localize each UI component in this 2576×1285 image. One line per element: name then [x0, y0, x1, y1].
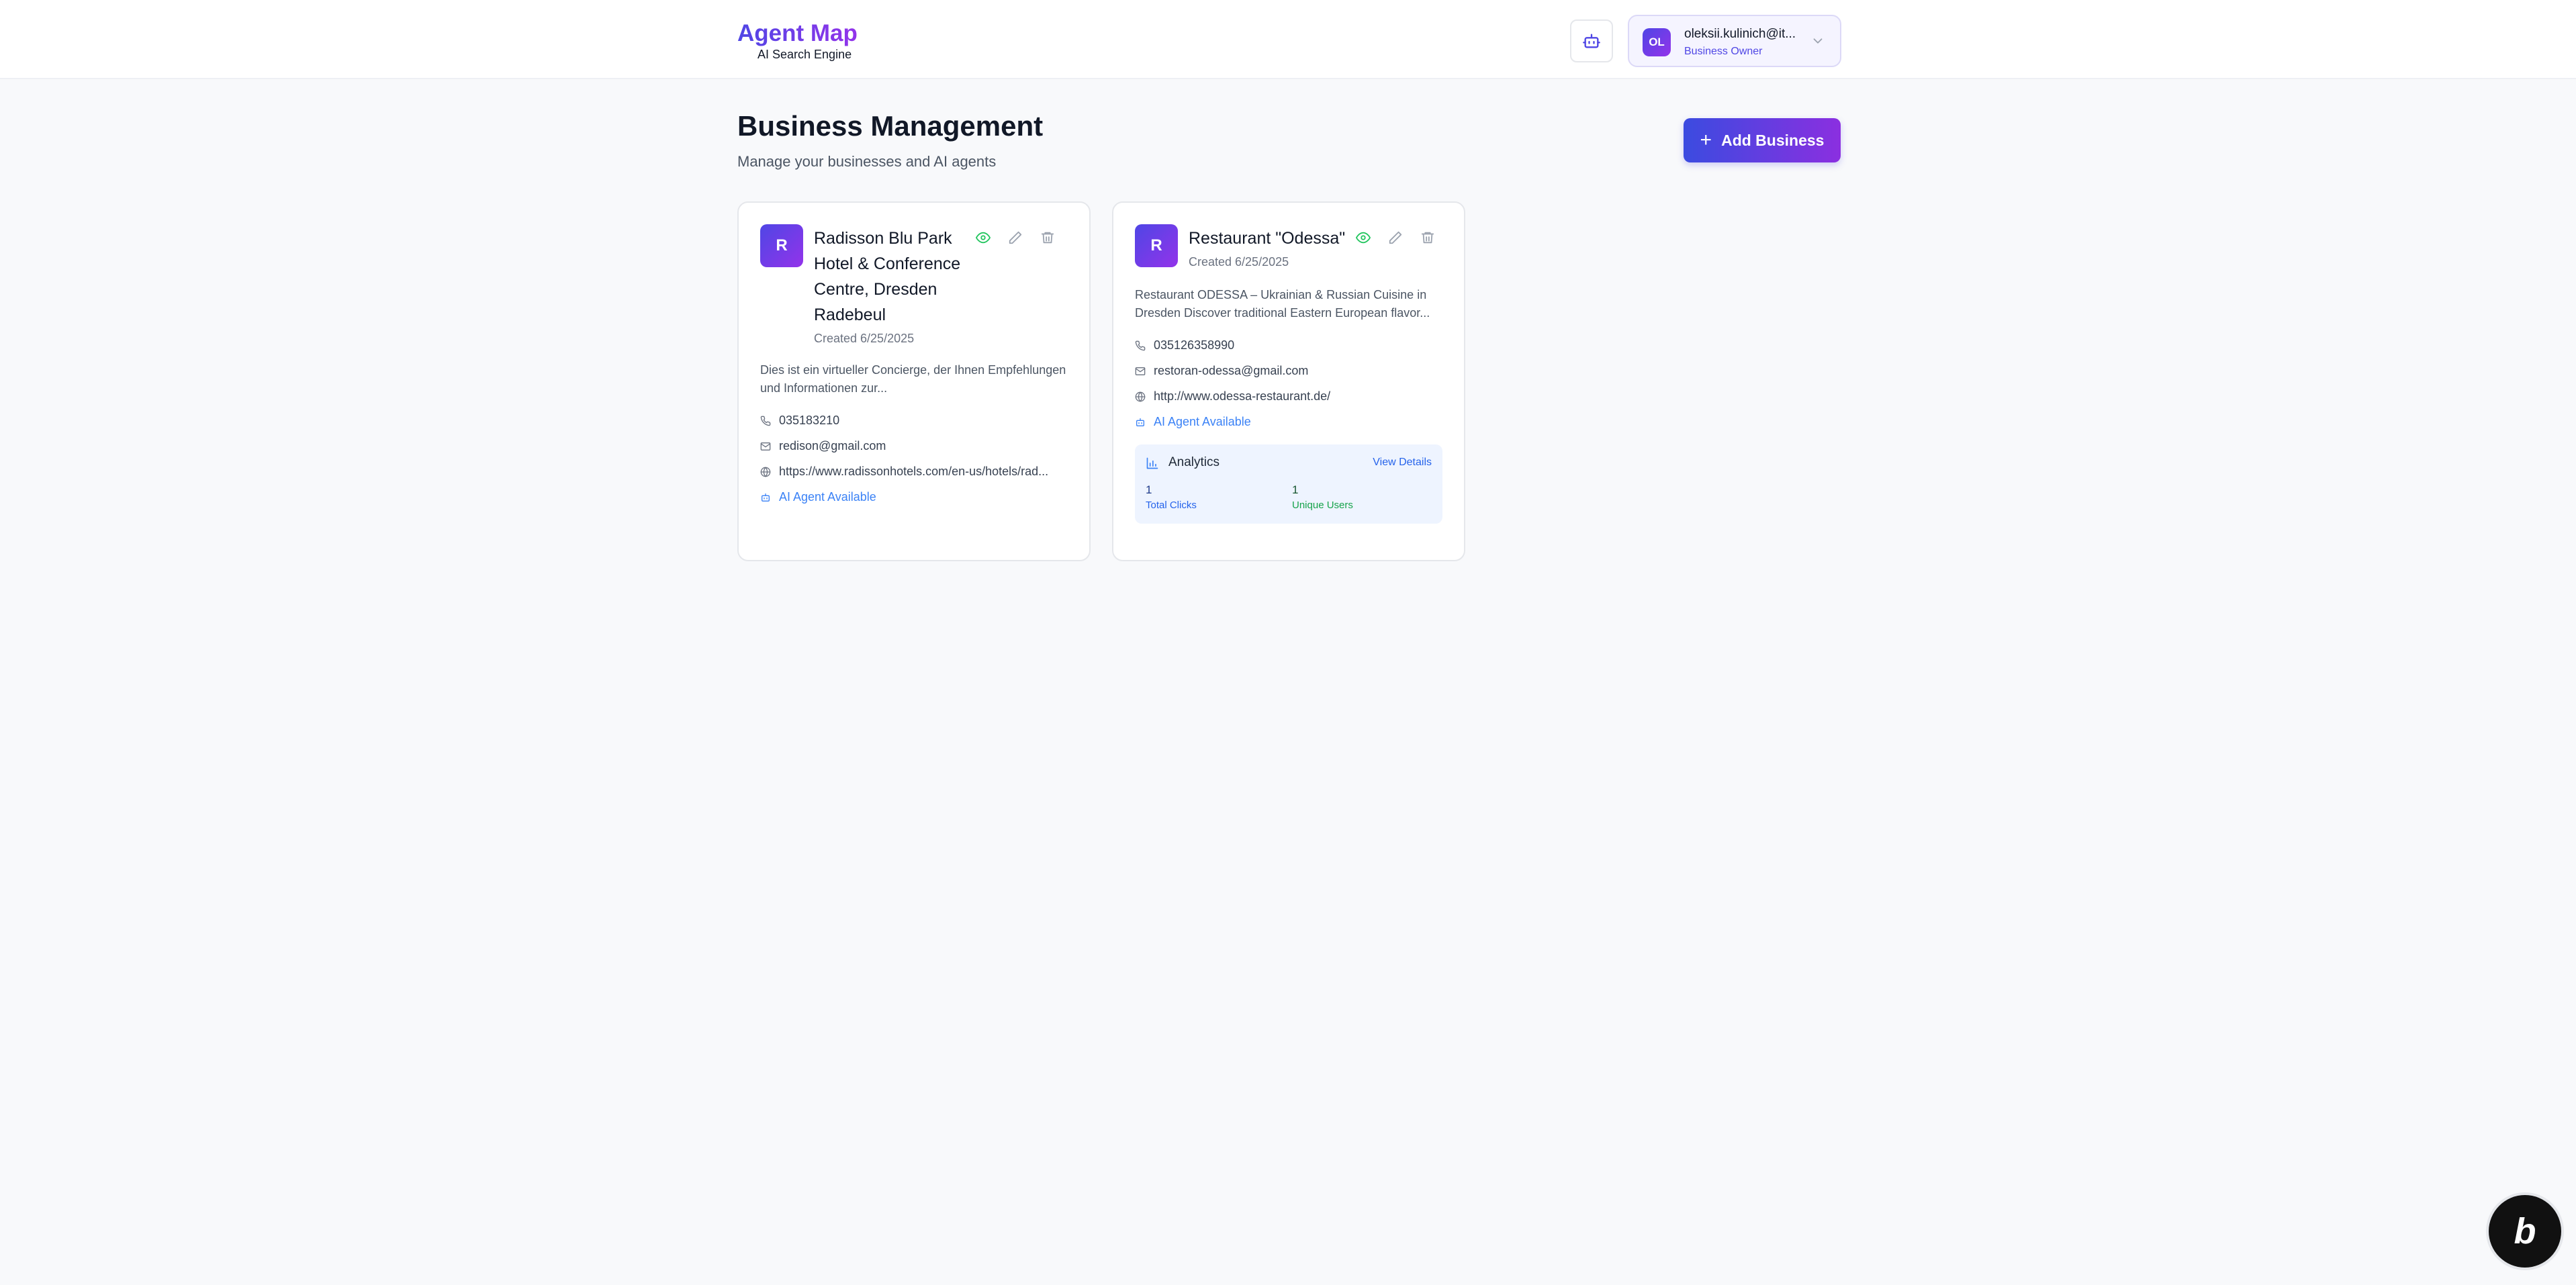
analytics-title: Analytics: [1168, 455, 1220, 469]
ai-agent-row: AI Agent Available: [760, 490, 876, 504]
business-card: R Radisson Blu Park Hotel & Conference C…: [737, 201, 1091, 561]
business-card: R Restaurant "Odessa" Created 6/25/2025 …: [1112, 201, 1465, 561]
page-title: Business Management: [737, 110, 1044, 142]
total-clicks-value: 1: [1146, 483, 1152, 496]
ai-agent-status: AI Agent Available: [779, 490, 876, 504]
top-navigation-bar: Agent Map AI Search Engine OL oleksii.ku…: [0, 0, 2576, 79]
email-text: redison@gmail.com: [779, 439, 886, 453]
user-email: oleksii.kulinich@it...: [1684, 27, 1796, 41]
robot-icon: [762, 493, 770, 502]
analytics-panel: Analytics View Details 1 Total Clicks 1 …: [1135, 444, 1442, 524]
pencil-icon: [1389, 231, 1402, 244]
created-date: Created 6/25/2025: [814, 332, 915, 345]
user-menu[interactable]: OL oleksii.kulinich@it... Business Owner: [1628, 15, 1841, 67]
edit-button[interactable]: [1007, 230, 1023, 246]
business-name: Restaurant "Odessa": [1189, 229, 1346, 248]
view-details-link[interactable]: View Details: [1373, 457, 1432, 469]
globe-icon: [1135, 391, 1146, 401]
pencil-icon: [1009, 231, 1022, 244]
website-row[interactable]: https://www.radissonhotels.com/en-us/hot…: [760, 465, 1048, 479]
eye-icon: [1356, 232, 1371, 244]
brand-title: Agent Map: [737, 20, 858, 46]
user-role: Business Owner: [1684, 46, 1763, 57]
brand-logo[interactable]: Agent Map AI Search Engine: [737, 20, 858, 62]
website-link[interactable]: http://www.odessa-restaurant.de/: [1154, 389, 1330, 403]
view-button[interactable]: [975, 230, 991, 246]
add-business-label: Add Business: [1721, 131, 1825, 149]
phone-text: 035183210: [779, 414, 840, 427]
website-row[interactable]: http://www.odessa-restaurant.de/: [1135, 389, 1330, 403]
email-row: restoran-odessa@gmail.com: [1135, 364, 1308, 378]
phone-text: 035126358990: [1154, 338, 1235, 352]
brand-subtitle: AI Search Engine: [757, 48, 852, 61]
eye-icon: [976, 232, 991, 244]
email-text: restoran-odessa@gmail.com: [1154, 364, 1309, 377]
delete-button[interactable]: [1420, 230, 1436, 246]
unique-users-value: 1: [1292, 483, 1299, 496]
mail-icon: [1135, 367, 1146, 375]
ai-agent-row: AI Agent Available: [1135, 415, 1251, 429]
phone-row: 035126358990: [1135, 338, 1234, 352]
trash-icon: [1421, 232, 1434, 244]
delete-button[interactable]: [1040, 230, 1056, 246]
website-link[interactable]: https://www.radissonhotels.com/en-us/hot…: [779, 465, 1048, 479]
edit-button[interactable]: [1387, 230, 1404, 246]
bolt-badge[interactable]: b: [2489, 1195, 2561, 1268]
chevron-down-icon: [1813, 38, 1823, 44]
robot-icon: [1136, 418, 1144, 426]
phone-row: 035183210: [760, 414, 839, 428]
globe-icon: [760, 467, 771, 477]
business-logo: R: [1135, 224, 1178, 267]
plus-icon: +: [1700, 129, 1712, 151]
unique-users-label: Unique Users: [1292, 499, 1353, 511]
created-date: Created 6/25/2025: [1189, 255, 1289, 269]
total-clicks-label: Total Clicks: [1146, 499, 1197, 511]
card-actions: [975, 230, 1056, 246]
page-subtitle: Manage your businesses and AI agents: [737, 153, 997, 170]
trash-icon: [1041, 232, 1054, 244]
phone-icon: [1135, 340, 1146, 350]
bar-chart-icon: [1146, 457, 1158, 469]
business-description: Restaurant ODESSA – Ukrainian & Russian …: [1135, 288, 1430, 320]
mail-icon: [760, 442, 771, 450]
ai-agent-button[interactable]: [1570, 19, 1613, 62]
bolt-logo: b: [2514, 1211, 2536, 1251]
ai-agent-status: AI Agent Available: [1154, 415, 1251, 428]
view-button[interactable]: [1355, 230, 1371, 246]
phone-icon: [760, 416, 771, 426]
avatar: OL: [1643, 28, 1671, 56]
business-name: Radisson Blu Park Hotel & Conference Cen…: [814, 229, 961, 324]
robot-icon: [1583, 34, 1600, 48]
add-business-button[interactable]: + Add Business: [1684, 118, 1841, 162]
card-actions: [1355, 230, 1436, 246]
business-logo: R: [760, 224, 803, 267]
business-description: Dies ist ein virtueller Concierge, der I…: [760, 363, 1066, 395]
email-row: redison@gmail.com: [760, 439, 886, 453]
